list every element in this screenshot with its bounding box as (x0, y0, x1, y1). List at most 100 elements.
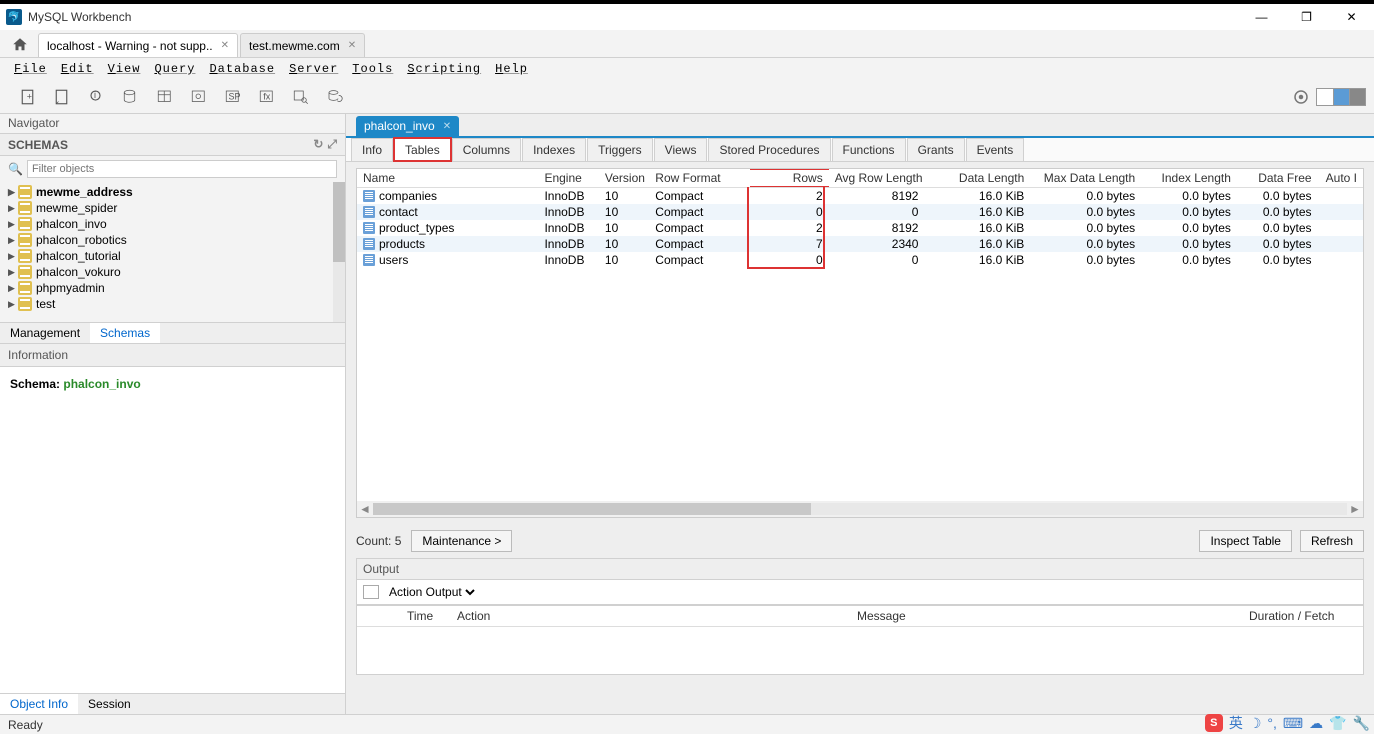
minimize-button[interactable]: — (1239, 4, 1284, 30)
table-row[interactable]: companiesInnoDB10Compact2819216.0 KiB0.0… (357, 188, 1363, 205)
schema-item[interactable]: ▶phalcon_robotics (0, 232, 345, 248)
tab-tables[interactable]: Tables (394, 138, 451, 161)
tab-info[interactable]: Info (351, 138, 393, 161)
col-time[interactable]: Time (401, 606, 451, 627)
row-count: Count: 5 (356, 534, 401, 548)
output-selector[interactable]: Action Output (385, 584, 478, 600)
tab-management[interactable]: Management (0, 323, 90, 343)
keyboard-icon[interactable]: ⌨ (1283, 715, 1303, 732)
col-avgrowlen[interactable]: Avg Row Length (829, 169, 925, 188)
sql-tab[interactable]: phalcon_invo ✕ (356, 116, 459, 136)
search-table-icon[interactable] (290, 86, 312, 108)
toolbar: + i SP fx (0, 80, 1374, 114)
connection-tab-localhost[interactable]: localhost - Warning - not supp.. ✕ (38, 33, 238, 57)
menu-scripting[interactable]: Scripting (407, 62, 481, 76)
horizontal-scrollbar[interactable]: ◄ ► (357, 501, 1363, 517)
tab-object-info[interactable]: Object Info (0, 694, 78, 714)
menu-database[interactable]: Database (209, 62, 275, 76)
schema-item[interactable]: ▶phalcon_vokuro (0, 264, 345, 280)
menu-edit[interactable]: Edit (61, 62, 94, 76)
home-icon[interactable] (6, 33, 34, 57)
close-icon[interactable]: ✕ (221, 40, 229, 51)
tab-columns[interactable]: Columns (452, 138, 521, 161)
col-engine[interactable]: Engine (538, 169, 598, 188)
col-datalen[interactable]: Data Length (924, 169, 1030, 188)
tables-grid[interactable]: Name Engine Version Row Format Rows Avg … (357, 169, 1363, 501)
tab-triggers[interactable]: Triggers (587, 138, 653, 161)
create-procedure-icon[interactable]: SP (222, 86, 244, 108)
skin-icon[interactable]: 👕 (1329, 715, 1346, 732)
tables-grid-wrap: Name Engine Version Row Format Rows Avg … (356, 168, 1364, 518)
tab-schemas[interactable]: Schemas (90, 323, 160, 343)
ime-lang-icon[interactable]: 英 (1229, 713, 1243, 733)
maximize-button[interactable]: ❐ (1284, 4, 1329, 30)
menu-help[interactable]: Help (495, 62, 528, 76)
col-datafree[interactable]: Data Free (1237, 169, 1318, 188)
scrollbar[interactable] (333, 182, 345, 322)
col-action[interactable]: Action (451, 606, 851, 627)
tab-stored-procedures[interactable]: Stored Procedures (708, 138, 830, 161)
col-rows[interactable]: Rows (750, 169, 829, 188)
tab-indexes[interactable]: Indexes (522, 138, 586, 161)
refresh-icon[interactable]: ↻ (313, 137, 323, 152)
inspect-table-button[interactable]: Inspect Table (1199, 530, 1292, 552)
output-view-icon[interactable] (363, 585, 379, 599)
maintenance-button[interactable]: Maintenance > (411, 530, 512, 552)
settings-icon[interactable] (1290, 86, 1312, 108)
col-autoinc[interactable]: Auto I (1318, 169, 1363, 188)
tab-session[interactable]: Session (78, 694, 141, 714)
col-version[interactable]: Version (599, 169, 649, 188)
scroll-right-icon[interactable]: ► (1347, 502, 1363, 516)
close-icon[interactable]: ✕ (348, 40, 356, 51)
sogou-ime-icon[interactable]: S (1205, 714, 1223, 732)
table-row[interactable]: product_typesInnoDB10Compact2819216.0 Ki… (357, 220, 1363, 236)
schema-item[interactable]: ▶phalcon_invo (0, 216, 345, 232)
menu-tools[interactable]: Tools (352, 62, 393, 76)
refresh-button[interactable]: Refresh (1300, 530, 1364, 552)
schema-item[interactable]: ▶phalcon_tutorial (0, 248, 345, 264)
moon-icon[interactable]: ☽ (1249, 715, 1262, 732)
table-row[interactable]: usersInnoDB10Compact0016.0 KiB0.0 bytes0… (357, 252, 1363, 268)
col-idxlen[interactable]: Index Length (1141, 169, 1237, 188)
create-function-icon[interactable]: fx (256, 86, 278, 108)
new-sql-tab-icon[interactable]: + (18, 86, 40, 108)
sidebar-tabs: Management Schemas (0, 322, 345, 344)
tab-events[interactable]: Events (966, 138, 1025, 161)
wrench-icon[interactable]: 🔧 (1353, 715, 1370, 732)
tab-grants[interactable]: Grants (907, 138, 965, 161)
close-icon[interactable]: ✕ (443, 121, 451, 132)
menu-server[interactable]: Server (289, 62, 338, 76)
create-table-icon[interactable] (154, 86, 176, 108)
cloud-icon[interactable]: ☁ (1309, 715, 1323, 732)
filter-input[interactable] (27, 160, 337, 178)
menu-file[interactable]: File (14, 62, 47, 76)
schema-item[interactable]: ▶test (0, 296, 345, 312)
tab-functions[interactable]: Functions (832, 138, 906, 161)
scroll-left-icon[interactable]: ◄ (357, 502, 373, 516)
tab-views[interactable]: Views (654, 138, 708, 161)
col-maxdatalen[interactable]: Max Data Length (1030, 169, 1141, 188)
col-name[interactable]: Name (357, 169, 538, 188)
titlebar: 🐬 MySQL Workbench — ❐ ✕ (0, 0, 1374, 30)
punct-icon[interactable]: °, (1267, 715, 1277, 731)
create-schema-icon[interactable] (120, 86, 142, 108)
schema-item[interactable]: ▶mewme_address (0, 184, 345, 200)
table-row[interactable]: productsInnoDB10Compact7234016.0 KiB0.0 … (357, 236, 1363, 252)
col-duration[interactable]: Duration / Fetch (1243, 606, 1363, 627)
reconnect-icon[interactable] (324, 86, 346, 108)
menu-view[interactable]: View (108, 62, 141, 76)
schema-item[interactable]: ▶phpmyadmin (0, 280, 345, 296)
schema-item[interactable]: ▶mewme_spider (0, 200, 345, 216)
expand-icon[interactable]: ⤢ (327, 137, 337, 152)
close-button[interactable]: ✕ (1329, 4, 1374, 30)
panel-toggle[interactable] (1316, 88, 1366, 106)
menu-query[interactable]: Query (154, 62, 195, 76)
col-message[interactable]: Message (851, 606, 1243, 627)
output-grid[interactable]: Time Action Message Duration / Fetch (356, 605, 1364, 675)
open-sql-icon[interactable] (52, 86, 74, 108)
connection-tab-mewme[interactable]: test.mewme.com ✕ (240, 33, 365, 57)
inspector-icon[interactable]: i (86, 86, 108, 108)
col-rowformat[interactable]: Row Format (649, 169, 750, 188)
table-row[interactable]: contactInnoDB10Compact0016.0 KiB0.0 byte… (357, 204, 1363, 220)
create-view-icon[interactable] (188, 86, 210, 108)
